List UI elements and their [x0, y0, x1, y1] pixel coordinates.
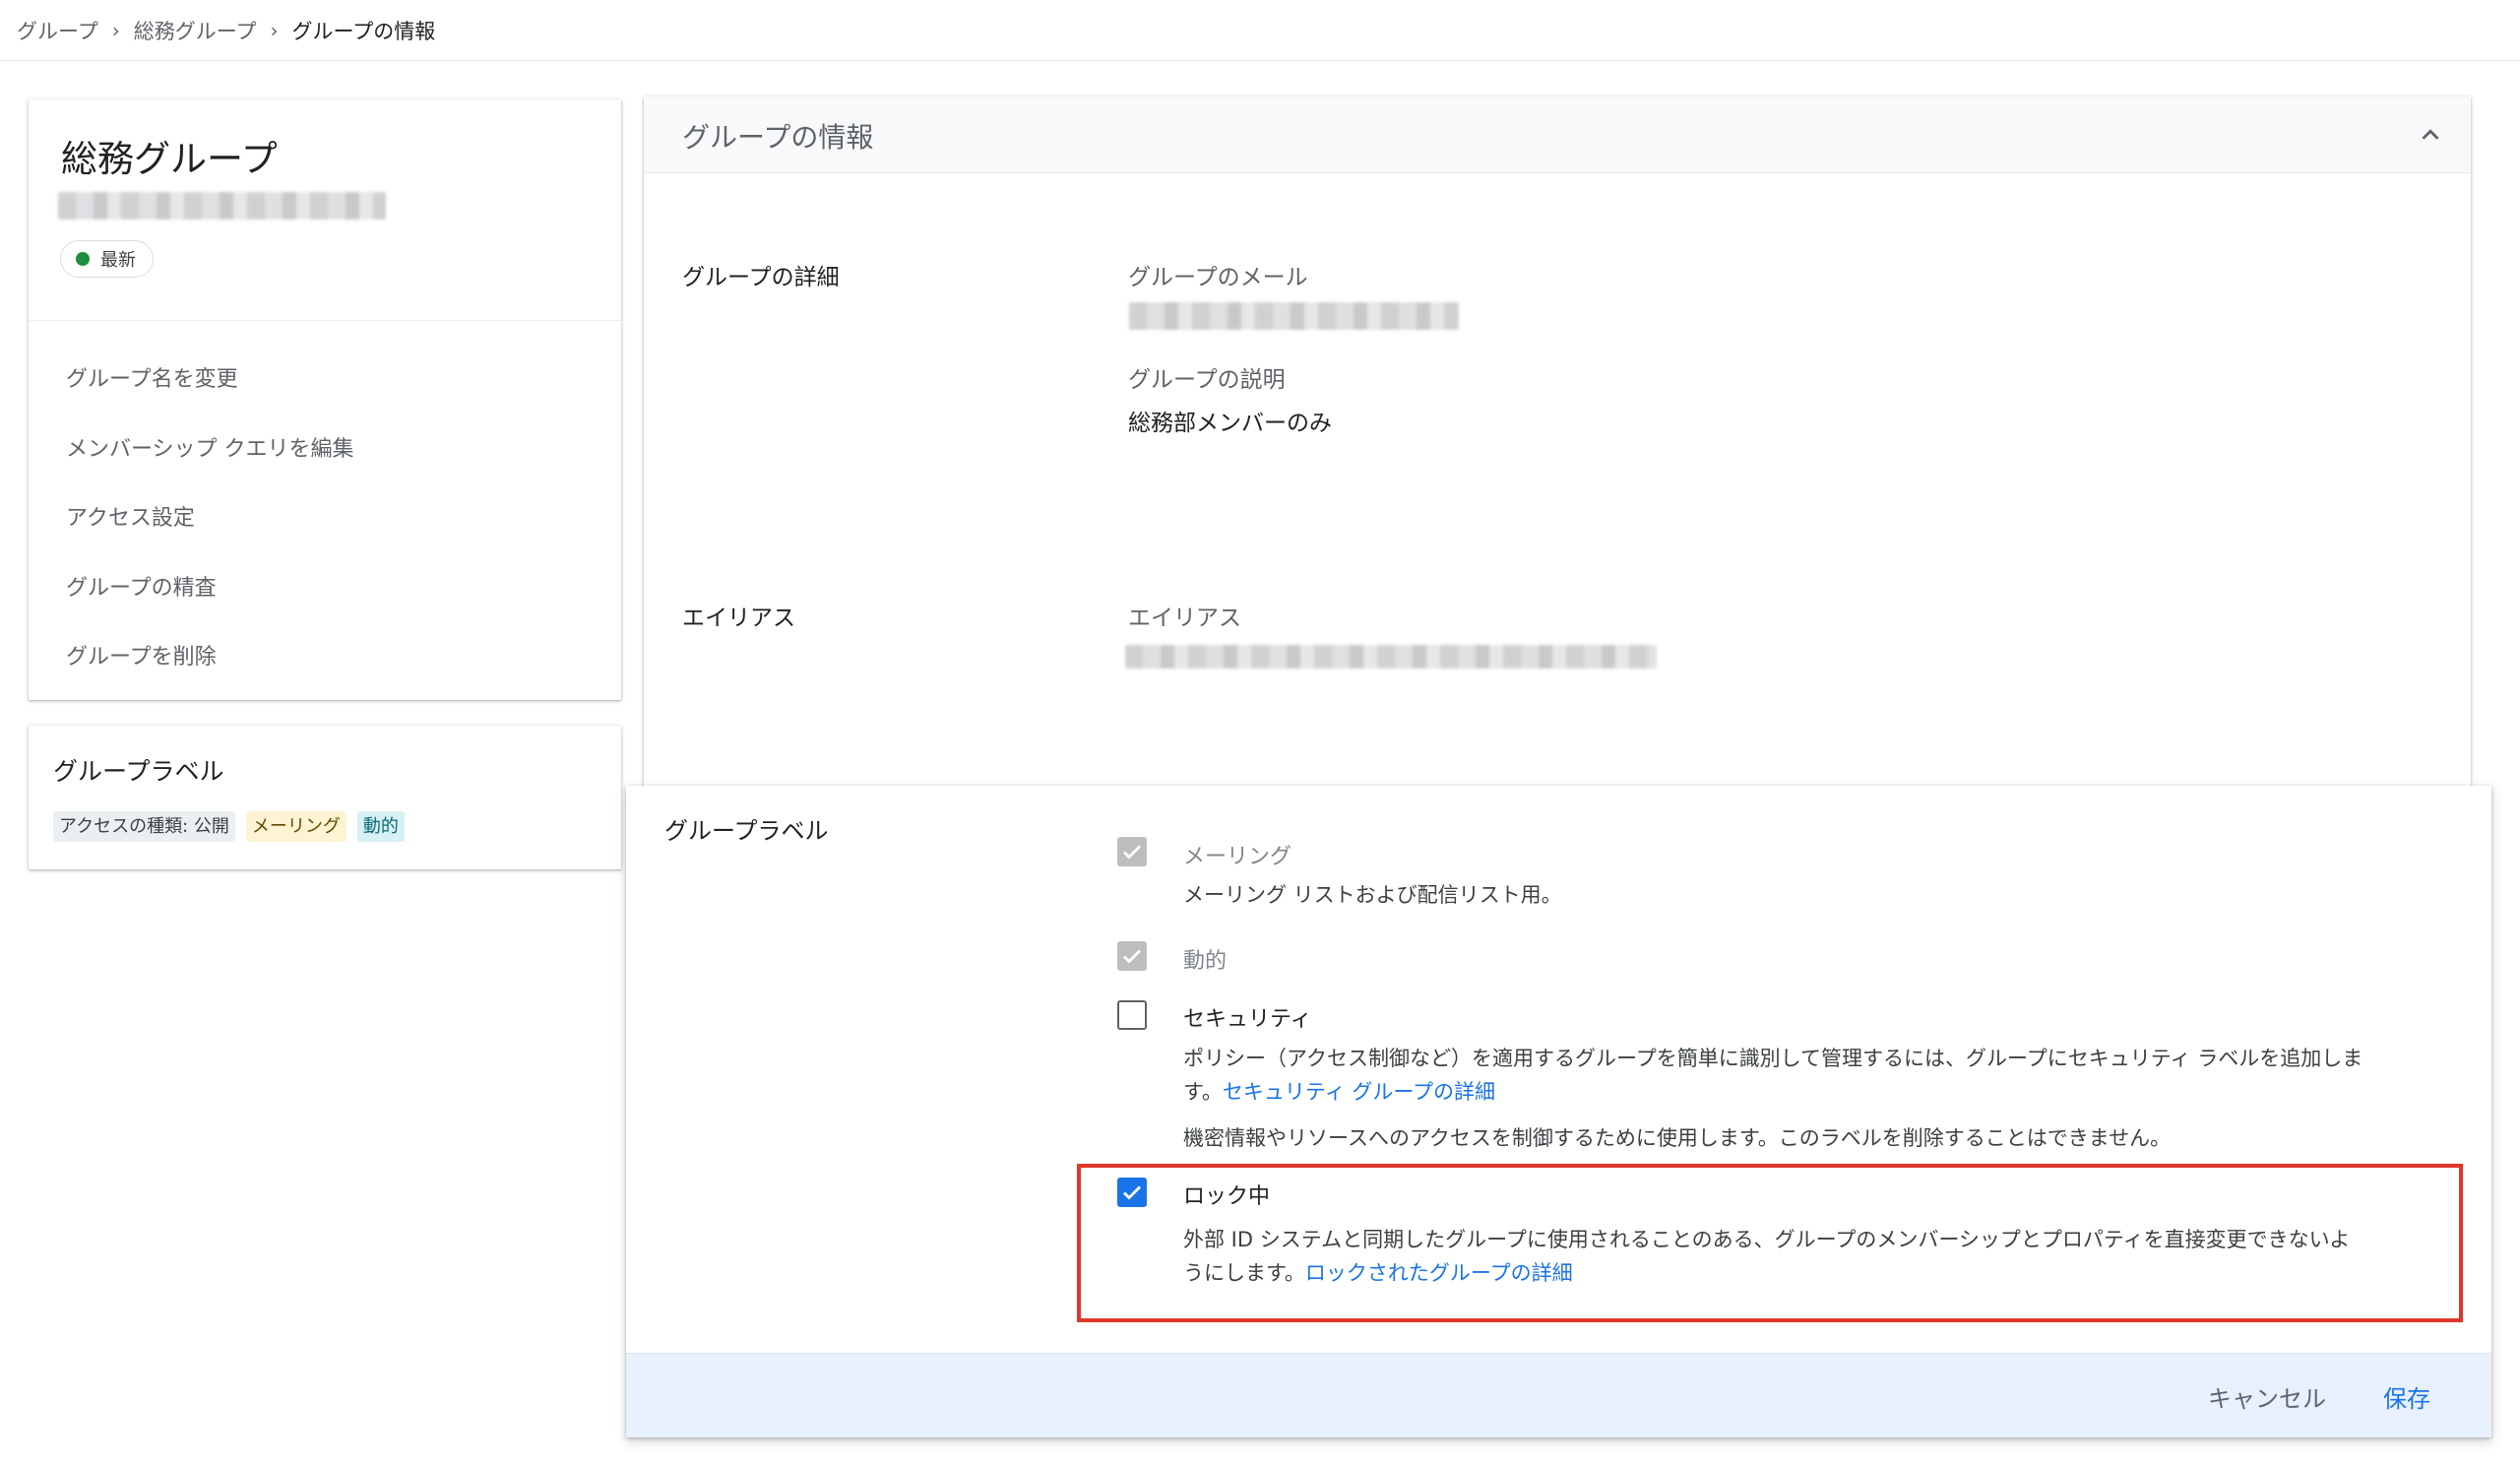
locked-description: 外部 ID システムと同期したグループに使用されることのある、グループのメンバー… — [1183, 1223, 2453, 1290]
alias-heading: エイリアス — [682, 606, 795, 631]
mailing-description: メーリング リストおよび配信リスト用。 — [1183, 883, 1562, 907]
check-icon — [1123, 1185, 1141, 1200]
divider — [29, 320, 621, 321]
group-summary-card: 総務グループ 最新 グループ名を変更 メンバーシップ クエリを編集 アクセス設定… — [29, 99, 621, 700]
locked-description-text: 外部 ID システムと同期したグループに使用されることのある、グループのメンバー… — [1183, 1228, 2351, 1251]
group-info-card: グループの情報 グループの詳細 グループのメール グループの説明 総務部メンバー… — [644, 96, 2471, 825]
redacted-group-email-value — [1129, 302, 1459, 330]
chevron-right-icon: › — [111, 18, 120, 42]
security-note: 機密情報やリソースへのアクセスを制御するために使用します。このラベルを削除するこ… — [1183, 1126, 2172, 1150]
access-settings-link[interactable]: アクセス設定 — [66, 484, 354, 554]
security-label: セキュリティ — [1183, 1007, 1312, 1032]
locked-label: ロック中 — [1183, 1184, 1271, 1209]
breadcrumb-item-group[interactable]: 総務グループ — [134, 16, 257, 45]
security-description-text: ポリシー（アクセス制御など）を適用するグループを簡単に識別して管理するには、グル… — [1183, 1047, 2363, 1070]
label-chip-mailing: メーリング — [245, 811, 346, 842]
check-icon — [1123, 949, 1141, 964]
label-chip-access-type: アクセスの種類: 公開 — [53, 811, 235, 842]
group-info-header[interactable]: グループの情報 — [644, 96, 2471, 173]
security-description-text-2: す。 — [1183, 1080, 1223, 1104]
group-review-link[interactable]: グループの精査 — [66, 554, 354, 624]
locked-checkbox[interactable] — [1117, 1178, 1147, 1207]
chevron-up-icon[interactable] — [2416, 120, 2445, 150]
breadcrumb-item-groups[interactable]: グループ — [17, 16, 98, 45]
dialog-section-label: グループラベル — [664, 817, 829, 845]
mailing-label: メーリング — [1183, 845, 1292, 869]
locked-description-text-2: うにします。 — [1183, 1261, 1305, 1285]
group-description-value: 総務部メンバーのみ — [1128, 411, 1332, 436]
group-description-label: グループの説明 — [1128, 367, 1286, 393]
check-icon — [1123, 845, 1141, 860]
save-button[interactable]: 保存 — [2383, 1379, 2430, 1414]
group-actions-menu: グループ名を変更 メンバーシップ クエリを編集 アクセス設定 グループの精査 グ… — [66, 346, 354, 693]
group-email-label: グループのメール — [1128, 265, 1308, 290]
redacted-alias-value — [1125, 645, 1657, 669]
breadcrumb-item-current: グループの情報 — [291, 19, 436, 43]
status-label: 最新 — [100, 250, 136, 271]
labels-card-title: グループラベル — [53, 757, 224, 786]
group-info-title: グループの情報 — [682, 121, 874, 154]
group-details-heading: グループの詳細 — [682, 265, 840, 290]
status-badge: 最新 — [60, 240, 154, 278]
dialog-footer: キャンセル 保存 — [626, 1353, 2491, 1437]
label-chips: アクセスの種類: 公開 メーリング 動的 — [53, 811, 405, 842]
edit-membership-query-link[interactable]: メンバーシップ クエリを編集 — [66, 415, 354, 485]
page-title: 総務グループ — [61, 138, 278, 180]
redacted-group-email — [58, 192, 386, 220]
security-checkbox[interactable] — [1117, 1000, 1147, 1030]
dynamic-checkbox — [1117, 941, 1147, 971]
breadcrumb: グループ › 総務グループ › グループの情報 — [0, 0, 2520, 61]
label-chip-dynamic: 動的 — [356, 811, 405, 842]
rename-group-link[interactable]: グループ名を変更 — [66, 346, 354, 415]
cancel-button[interactable]: キャンセル — [2208, 1379, 2326, 1414]
mailing-checkbox — [1117, 837, 1147, 866]
chevron-right-icon: › — [270, 18, 279, 42]
group-label-dialog: グループラベル メーリング メーリング リストおよび配信リスト用。 動的 セキュ… — [626, 786, 2491, 1437]
security-group-details-link[interactable]: セキュリティ グループの詳細 — [1223, 1080, 1495, 1104]
delete-group-link[interactable]: グループを削除 — [66, 623, 354, 693]
alias-label: エイリアス — [1128, 606, 1241, 631]
group-labels-card: グループラベル アクセスの種類: 公開 メーリング 動的 — [29, 726, 621, 869]
dynamic-label: 動的 — [1183, 949, 1228, 974]
security-description: ポリシー（アクセス制御など）を適用するグループを簡単に識別して管理するには、グル… — [1183, 1042, 2463, 1109]
locked-group-details-link[interactable]: ロックされたグループの詳細 — [1305, 1261, 1573, 1285]
status-dot-icon — [76, 252, 90, 266]
